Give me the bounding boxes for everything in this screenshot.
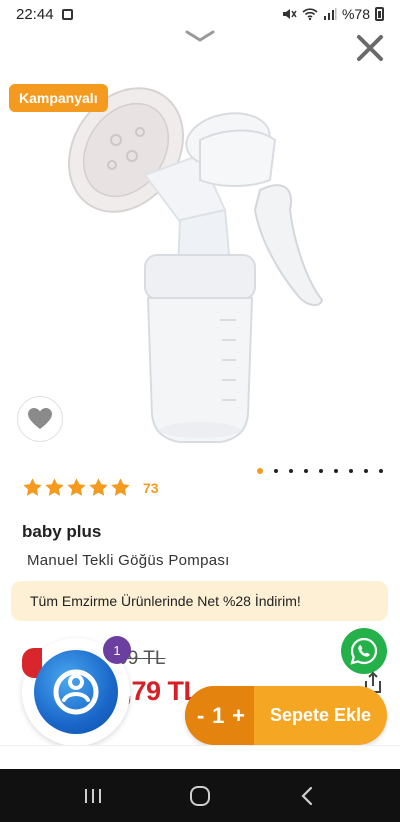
pagination-dot[interactable] [257, 468, 263, 474]
pagination-dot[interactable] [289, 469, 293, 473]
status-time: 22:44 [16, 5, 54, 23]
notification-badge: 1 [103, 636, 131, 664]
campaign-banner[interactable]: Tüm Emzirme Ürünlerinde Net %28 İndirim! [11, 581, 388, 621]
home-button[interactable] [180, 776, 220, 816]
quantity-stepper: - 1 + [185, 686, 254, 745]
whatsapp-button[interactable] [341, 628, 387, 674]
pagination-dot[interactable] [274, 469, 278, 473]
star-icon [23, 478, 42, 496]
bottom-strip [0, 745, 400, 769]
add-to-cart-bar: - 1 + Sepete Ekle [185, 686, 387, 745]
back-button[interactable] [287, 776, 327, 816]
close-icon[interactable] [352, 30, 388, 66]
home-icon [189, 785, 210, 806]
status-right: %78 [281, 6, 384, 22]
back-icon [301, 786, 312, 805]
star-icon [67, 478, 86, 496]
star-icon [111, 478, 130, 496]
heart-icon [28, 408, 52, 429]
signal-icon [323, 8, 337, 20]
brand-name[interactable]: baby plus [22, 522, 101, 542]
rating-stars [22, 477, 131, 498]
status-left: 22:44 [16, 6, 73, 23]
pagination-dot[interactable] [334, 469, 338, 473]
star-icon [45, 478, 64, 496]
status-bar: 22:44 %78 [0, 0, 400, 28]
pagination-dot[interactable] [349, 469, 353, 473]
chevron-down-icon[interactable] [184, 28, 216, 44]
recent-apps-icon [85, 788, 102, 803]
pagination-dot[interactable] [379, 469, 383, 473]
battery-percent: %78 [341, 6, 370, 22]
increment-button[interactable]: + [232, 703, 245, 729]
pagination-dot[interactable] [304, 469, 308, 473]
recent-apps-button[interactable] [73, 776, 113, 816]
add-to-cart-button[interactable]: Sepete Ekle [254, 686, 387, 745]
wifi-icon [302, 8, 318, 21]
battery-icon [375, 7, 384, 21]
star-icon [89, 478, 108, 496]
decrement-button[interactable]: - [197, 703, 204, 729]
rating-count[interactable]: 73 [143, 480, 159, 496]
pagination-dot[interactable] [364, 469, 368, 473]
pagination-dot[interactable] [319, 469, 323, 473]
rating[interactable]: 73 [22, 477, 159, 498]
product-title: Manuel Tekli Göğüs Pompası [27, 552, 230, 569]
mute-icon [282, 9, 297, 19]
product-image[interactable] [50, 70, 350, 460]
campaign-badge: Kampanyalı [9, 84, 108, 112]
app-logo-button[interactable] [34, 650, 118, 734]
gallery-notification-icon [61, 8, 73, 20]
system-nav-bar [0, 769, 400, 822]
whatsapp-icon [350, 637, 378, 665]
favorite-button[interactable] [17, 396, 63, 442]
image-pagination[interactable] [257, 468, 383, 474]
app-logo-icon [53, 669, 99, 715]
quantity-value: 1 [212, 702, 225, 728]
